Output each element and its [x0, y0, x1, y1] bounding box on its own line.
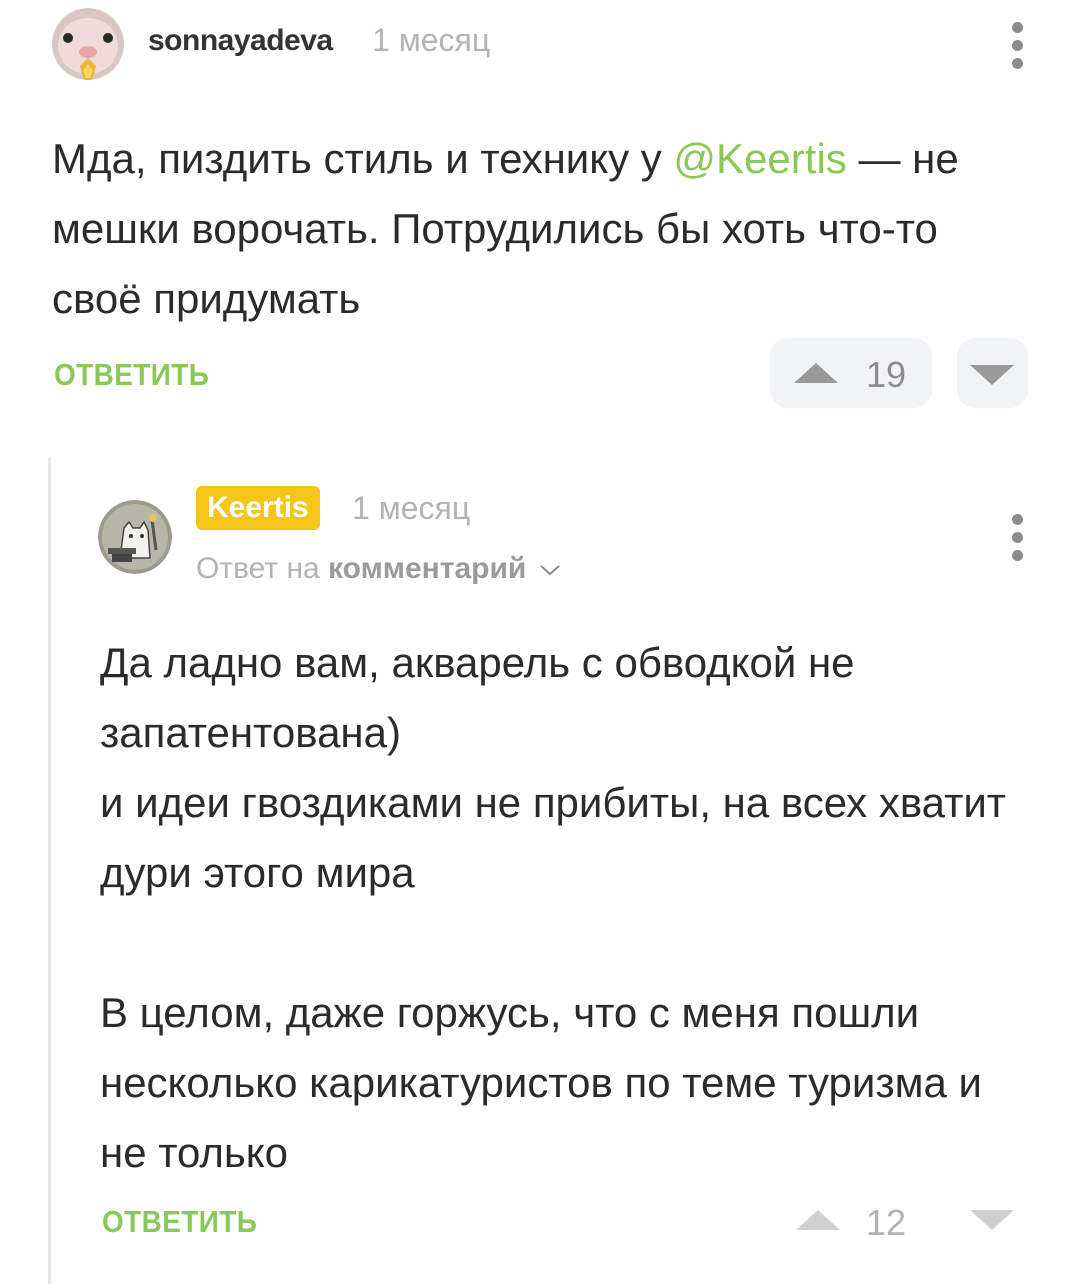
reply-to-link[interactable]: комментарий	[328, 552, 526, 585]
upvote-icon	[794, 363, 838, 383]
more-vertical-icon[interactable]	[1007, 22, 1027, 69]
downvote-button[interactable]	[957, 338, 1028, 408]
author-badge[interactable]: Keertis	[196, 486, 320, 530]
reply-to-prefix: Ответ на	[196, 552, 320, 585]
avatar[interactable]	[52, 8, 124, 80]
comment-body: Да ладно вам, акварель с обводкой не зап…	[100, 628, 1030, 1188]
downvote-icon[interactable]	[970, 1210, 1014, 1230]
comment-paragraph: В целом, даже горжусь, что с меня пошли …	[100, 989, 982, 1176]
comment-paragraph: и идеи гвоздиками не прибиты, на всех хв…	[100, 779, 1007, 896]
cat-blacksmith-avatar-icon	[98, 500, 172, 574]
downvote-icon	[970, 365, 1014, 385]
reply-to-info: Ответ на комментарий	[196, 552, 561, 586]
chevron-down-icon[interactable]	[539, 563, 561, 577]
vote-score: 12	[866, 1202, 907, 1243]
avatar[interactable]	[98, 500, 172, 574]
mention-link[interactable]: @Keertis	[673, 135, 846, 182]
more-vertical-icon[interactable]	[1007, 514, 1027, 561]
upvote-icon[interactable]	[796, 1210, 840, 1230]
comment-paragraph: Да ладно вам, акварель с обводкой не зап…	[100, 639, 855, 756]
comment-author[interactable]: sonnayadeva	[148, 24, 333, 58]
comment-timestamp: 1 месяц	[352, 490, 471, 526]
comment-body: Мда, пиздить стиль и технику у @Keertis …	[52, 124, 1032, 334]
reply-button[interactable]: ОТВЕТИТЬ	[102, 1204, 257, 1240]
upvote-button[interactable]: 19	[770, 338, 932, 408]
reply-button[interactable]: ОТВЕТИТЬ	[54, 357, 209, 393]
hamster-avatar-icon	[52, 8, 124, 80]
comment-text: Мда, пиздить стиль и технику у	[52, 135, 674, 182]
comment-timestamp: 1 месяц	[372, 22, 491, 58]
vote-score: 19	[866, 354, 907, 395]
thread-line[interactable]	[48, 458, 51, 1284]
